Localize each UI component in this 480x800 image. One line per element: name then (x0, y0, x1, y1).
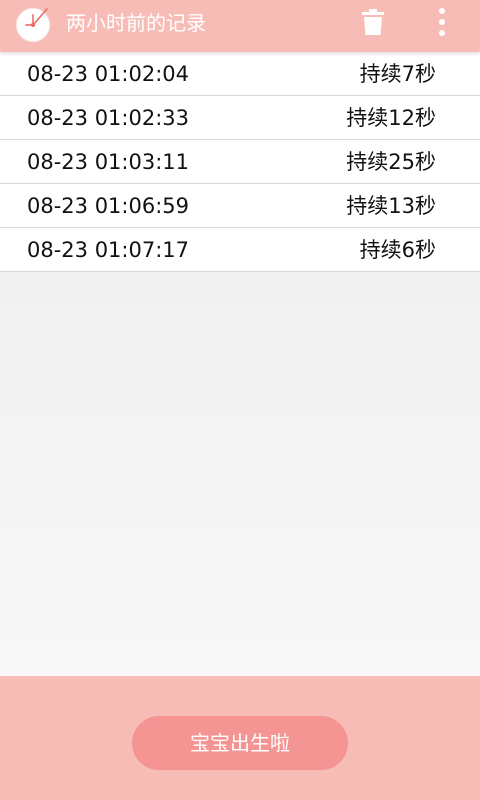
record-time: 08-23 01:06:59 (27, 194, 190, 218)
record-duration: 持续25秒 (346, 150, 436, 174)
record-row[interactable]: 08-23 01:07:17 持续6秒 (0, 228, 480, 272)
record-time: 08-23 01:02:33 (27, 106, 190, 130)
record-list: 08-23 01:02:04 持续7秒 08-23 01:02:33 持续12秒… (0, 52, 480, 272)
record-row[interactable]: 08-23 01:02:33 持续12秒 (0, 96, 480, 140)
record-duration: 持续13秒 (346, 194, 436, 218)
baby-born-button[interactable]: 宝宝出生啦 (132, 716, 348, 770)
record-duration: 持续12秒 (346, 106, 436, 130)
record-duration: 持续7秒 (359, 62, 436, 86)
record-time: 08-23 01:02:04 (27, 62, 190, 86)
record-duration: 持续6秒 (359, 238, 436, 262)
record-row[interactable]: 08-23 01:06:59 持续13秒 (0, 184, 480, 228)
trash-icon (362, 9, 384, 35)
record-row[interactable]: 08-23 01:02:04 持续7秒 (0, 52, 480, 96)
app-bar: 两小时前的记录 (0, 0, 480, 52)
record-time: 08-23 01:03:11 (27, 150, 190, 174)
delete-button[interactable] (358, 6, 388, 38)
record-time: 08-23 01:07:17 (27, 238, 190, 262)
bottom-bar: 宝宝出生啦 (0, 676, 480, 800)
more-vert-icon (439, 8, 445, 36)
more-options-button[interactable] (430, 6, 454, 38)
clock-icon (14, 2, 56, 44)
record-row[interactable]: 08-23 01:03:11 持续25秒 (0, 140, 480, 184)
page-title: 两小时前的记录 (66, 11, 206, 35)
